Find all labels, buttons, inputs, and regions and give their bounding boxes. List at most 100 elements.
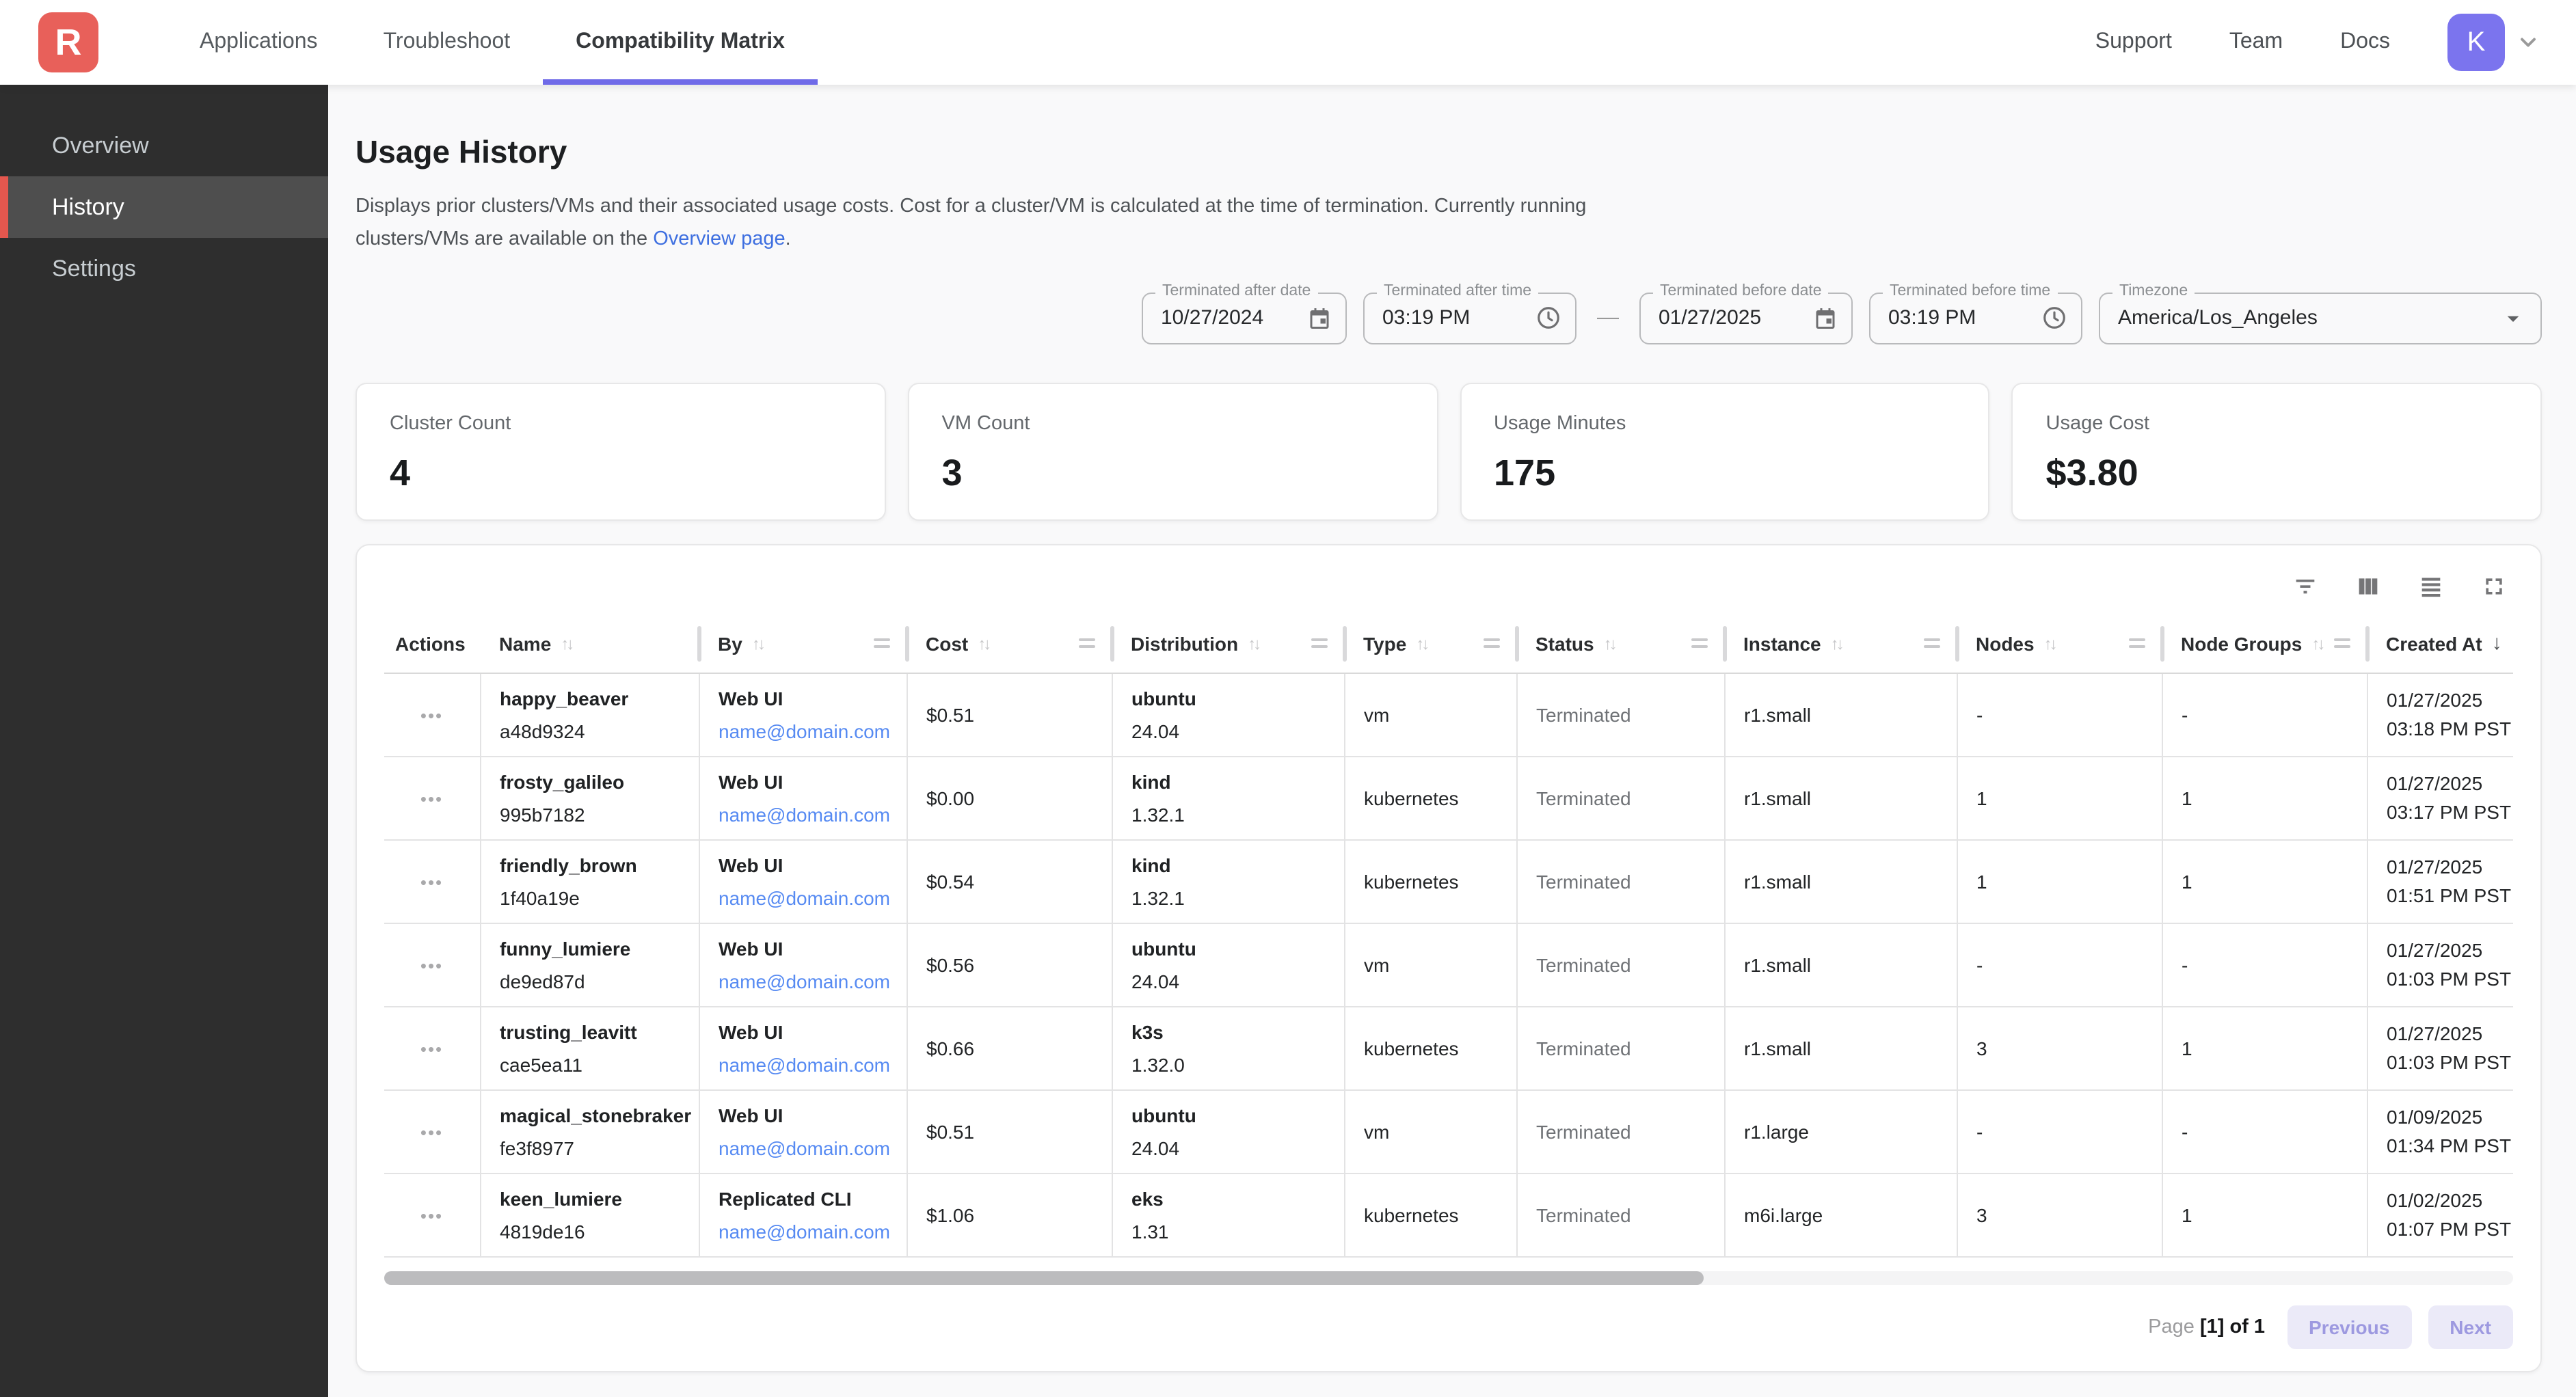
email-link[interactable]: name@domain.com: [719, 1055, 890, 1076]
chevron-down-icon[interactable]: [2516, 30, 2540, 55]
column-menu-icon[interactable]: [1924, 635, 1940, 652]
top-nav: R Applications Troubleshoot Compatibilit…: [0, 0, 2576, 85]
horizontal-scrollbar[interactable]: [384, 1272, 2513, 1286]
timezone-select[interactable]: Timezone America/Los_Angeles: [2099, 293, 2542, 344]
terminated-after-time-field[interactable]: Terminated after time 03:19 PM: [1363, 293, 1577, 344]
nav-link-docs[interactable]: Docs: [2340, 30, 2390, 55]
nodes: -: [1976, 1122, 1983, 1143]
instance: r1.small: [1744, 1038, 1811, 1060]
email-link[interactable]: name@domain.com: [719, 888, 890, 910]
column-header-distribution[interactable]: Distribution ↑↓: [1112, 614, 1344, 674]
clock-icon[interactable]: [1535, 306, 1561, 331]
clock-icon[interactable]: [2041, 306, 2067, 331]
column-menu-icon[interactable]: [1484, 635, 1500, 652]
email-link[interactable]: name@domain.com: [719, 1221, 890, 1243]
sidebar-item-overview[interactable]: Overview: [0, 115, 328, 176]
overview-page-link[interactable]: Overview page: [653, 228, 785, 250]
calendar-icon[interactable]: [1307, 306, 1332, 331]
column-menu-icon[interactable]: [2129, 635, 2145, 652]
column-header-type[interactable]: Type ↑↓: [1344, 614, 1516, 674]
nodes: -: [1976, 705, 1983, 727]
caret-down-icon[interactable]: [2499, 305, 2527, 332]
terminated-after-date-value[interactable]: 10/27/2024: [1161, 307, 1263, 330]
column-menu-icon[interactable]: [1311, 635, 1328, 652]
terminated-after-date-field[interactable]: Terminated after date 10/27/2024: [1142, 293, 1347, 344]
email-link[interactable]: name@domain.com: [719, 971, 890, 993]
terminated-before-date-field[interactable]: Terminated before date 01/27/2025: [1639, 293, 1853, 344]
nodes: 3: [1976, 1038, 1987, 1060]
nav-tab-troubleshoot[interactable]: Troubleshoot: [351, 0, 544, 85]
column-header-cost[interactable]: Cost ↑↓: [907, 614, 1112, 674]
terminated-after-time-value[interactable]: 03:19 PM: [1382, 307, 1470, 330]
row-actions-menu[interactable]: •••: [420, 1040, 443, 1060]
instance: m6i.large: [1744, 1205, 1823, 1227]
node-groups: -: [2182, 1122, 2188, 1143]
usage-table-card: Actions Name ↑↓ By ↑↓: [355, 544, 2542, 1373]
previous-page-button[interactable]: Previous: [2287, 1306, 2411, 1350]
nav-tab-applications[interactable]: Applications: [167, 0, 351, 85]
row-actions-menu[interactable]: •••: [420, 873, 443, 893]
column-menu-icon[interactable]: [1691, 635, 1708, 652]
nav-left: R Applications Troubleshoot Compatibilit…: [0, 0, 818, 85]
table-toolbar: [384, 565, 2513, 614]
column-label: Actions: [395, 632, 466, 654]
sort-icon: ↑↓: [561, 634, 572, 653]
fullscreen-icon[interactable]: [2480, 573, 2508, 600]
filter-icon[interactable]: [2292, 573, 2319, 600]
created-time: 03:18 PM PST: [2387, 718, 2511, 740]
column-header-node-groups[interactable]: Node Groups ↑↓: [2162, 614, 2367, 674]
cluster-id: 995b7182: [500, 804, 679, 828]
horizontal-scrollbar-thumb[interactable]: [384, 1272, 1704, 1286]
row-actions-menu[interactable]: •••: [420, 1123, 443, 1143]
density-icon[interactable]: [2417, 573, 2445, 600]
column-menu-icon[interactable]: [874, 635, 890, 652]
distribution-version: 24.04: [1131, 721, 1324, 744]
nav-tab-compatibility-matrix[interactable]: Compatibility Matrix: [543, 0, 818, 85]
distribution: ubuntu: [1131, 687, 1324, 710]
row-actions-menu[interactable]: •••: [420, 789, 443, 810]
nav-link-team[interactable]: Team: [2229, 30, 2283, 55]
column-menu-icon[interactable]: [2334, 635, 2350, 652]
nav-link-support[interactable]: Support: [2095, 30, 2172, 55]
row-actions-menu[interactable]: •••: [420, 1206, 443, 1227]
cluster-name: trusting_leavitt: [500, 1020, 679, 1044]
email-link[interactable]: name@domain.com: [719, 721, 890, 743]
columns-icon[interactable]: [2354, 573, 2382, 600]
column-header-instance[interactable]: Instance ↑↓: [1724, 614, 1957, 674]
filter-bar: Terminated after date 10/27/2024 Termina…: [355, 293, 2542, 344]
distribution-version: 1.31: [1131, 1221, 1324, 1245]
row-actions-menu[interactable]: •••: [420, 706, 443, 727]
instance: r1.small: [1744, 705, 1811, 727]
column-header-by[interactable]: By ↑↓: [699, 614, 907, 674]
table-row: ••• trusting_leavittcae5ea11 Web UIname@…: [384, 1007, 2513, 1091]
timezone-value[interactable]: America/Los_Angeles: [2118, 307, 2318, 330]
email-link[interactable]: name@domain.com: [719, 804, 890, 826]
row-actions-menu[interactable]: •••: [420, 956, 443, 977]
column-label: Instance: [1743, 632, 1821, 654]
stat-label: Usage Minutes: [1494, 413, 1956, 435]
terminated-before-date-label: Terminated before date: [1653, 283, 1829, 299]
node-groups: -: [2182, 955, 2188, 977]
sidebar-item-history[interactable]: History: [0, 176, 328, 238]
next-page-button[interactable]: Next: [2428, 1306, 2513, 1350]
distribution-version: 1.32.1: [1131, 804, 1324, 828]
column-header-status[interactable]: Status ↑↓: [1516, 614, 1724, 674]
column-header-created-at[interactable]: Created At ↓: [2367, 614, 2513, 674]
replicated-logo[interactable]: R: [38, 12, 98, 72]
created-time: 01:03 PM PST: [2387, 1052, 2511, 1074]
cluster-name: frosty_galileo: [500, 770, 679, 794]
terminated-before-time-value[interactable]: 03:19 PM: [1888, 307, 1976, 330]
calendar-icon[interactable]: [1813, 306, 1838, 331]
column-header-nodes[interactable]: Nodes ↑↓: [1957, 614, 2162, 674]
main-content: Usage History Displays prior clusters/VM…: [328, 85, 2576, 1397]
sort-icon: ↑↓: [1248, 634, 1259, 653]
sidebar-item-settings[interactable]: Settings: [0, 238, 328, 299]
terminated-before-time-field[interactable]: Terminated before time 03:19 PM: [1869, 293, 2082, 344]
email-link[interactable]: name@domain.com: [719, 1138, 890, 1160]
created-date: 01/27/2025: [2387, 772, 2482, 794]
column-header-name[interactable]: Name ↑↓: [480, 614, 699, 674]
terminated-before-date-value[interactable]: 01/27/2025: [1659, 307, 1761, 330]
stat-value: 3: [942, 452, 1404, 495]
column-menu-icon[interactable]: [1079, 635, 1095, 652]
avatar[interactable]: K: [2447, 14, 2505, 71]
